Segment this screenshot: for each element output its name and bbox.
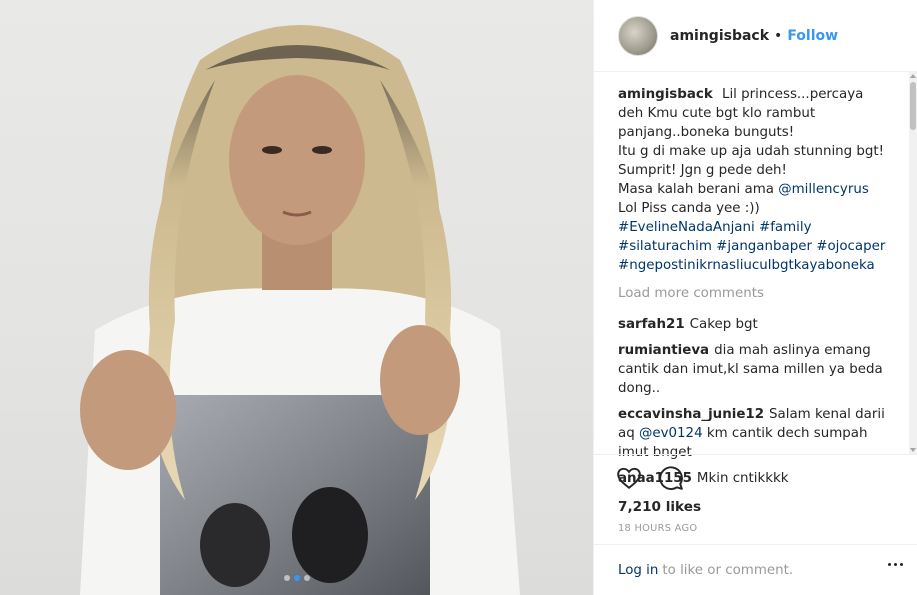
- hashtag-link[interactable]: #EvelineNadaAnjani: [618, 220, 755, 235]
- comment-text: Mkin cntikkkk: [696, 471, 789, 486]
- avatar[interactable]: [618, 15, 658, 56]
- hashtag-link[interactable]: #janganbaper: [716, 239, 812, 254]
- scroll-down-arrow-icon[interactable]: [910, 448, 916, 452]
- comment-item: rumiantieva dia mah aslinya emang cantik …: [618, 341, 890, 398]
- login-prompt-text: to like or comment.: [662, 562, 794, 578]
- comment-username[interactable]: sarfah21: [618, 317, 685, 332]
- hashtag-link[interactable]: #ngepostinikrnasliuculbgtkayaboneka: [618, 258, 875, 273]
- post-sidebar: amingisback • Follow amingisback Lil pri…: [593, 0, 917, 595]
- comments-section: amingisback Lil princess...percaya deh K…: [618, 85, 890, 495]
- post-photo[interactable]: [0, 0, 593, 595]
- post-view: amingisback • Follow amingisback Lil pri…: [0, 0, 917, 595]
- heart-icon[interactable]: [616, 465, 642, 491]
- caption-line-2: Itu g di make up aja udah stunning bgt! …: [618, 144, 885, 178]
- scroll-up-arrow-icon[interactable]: [910, 74, 916, 78]
- carousel-dot-active: [293, 575, 300, 581]
- scroll-thumb[interactable]: [910, 82, 916, 130]
- caption-mention[interactable]: @millencyrus: [778, 182, 869, 197]
- comment-text: Cakep bgt: [689, 317, 758, 332]
- follow-button[interactable]: Follow: [787, 28, 838, 44]
- action-icons: [616, 465, 684, 491]
- comments-scrollbar[interactable]: [909, 72, 917, 454]
- caption-username[interactable]: amingisback: [618, 87, 713, 102]
- comment-username[interactable]: rumiantieva: [618, 343, 709, 358]
- login-prompt: Log in to like or comment.: [594, 544, 917, 595]
- load-more-comments-button[interactable]: Load more comments: [618, 284, 890, 303]
- post-actions: 7,210 likes 18 HOURS AGO: [594, 454, 917, 534]
- photo-illustration: [80, 25, 520, 595]
- header-separator: •: [774, 27, 783, 44]
- caption-line-3-pre: Masa kalah berani ama: [618, 182, 779, 197]
- header-username[interactable]: amingisback: [670, 28, 769, 44]
- carousel-dot: [283, 575, 290, 581]
- hashtag-link[interactable]: #family: [759, 220, 812, 235]
- hashtag-link[interactable]: #ojocaper: [816, 239, 885, 254]
- more-options-icon[interactable]: [888, 563, 903, 566]
- comment-username[interactable]: eccavinsha_junie12: [618, 407, 764, 422]
- carousel-indicator: [0, 575, 593, 581]
- comment-item: sarfah21 Cakep bgt: [618, 315, 890, 334]
- caption: amingisback Lil princess...percaya deh K…: [618, 85, 890, 275]
- hashtag-link[interactable]: #silaturachim: [618, 239, 712, 254]
- likes-count[interactable]: 7,210 likes: [618, 499, 701, 515]
- login-link[interactable]: Log in: [618, 563, 658, 578]
- caption-line-3-post: Lol Piss canda yee :)): [618, 201, 760, 216]
- carousel-dot: [303, 575, 310, 581]
- comment-mention[interactable]: @ev0124: [639, 426, 703, 441]
- post-timestamp: 18 HOURS AGO: [618, 523, 698, 534]
- post-header: amingisback • Follow: [594, 0, 917, 72]
- comment-bubble-icon[interactable]: [658, 465, 684, 491]
